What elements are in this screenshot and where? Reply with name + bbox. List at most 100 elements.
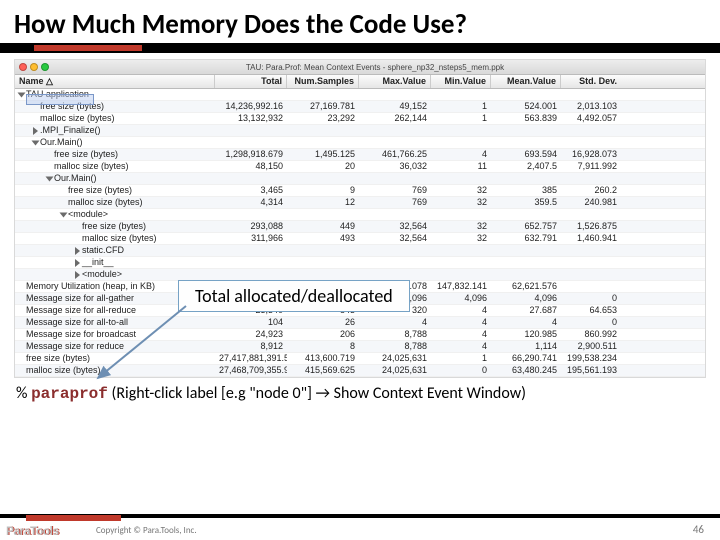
table-row[interactable]: Our.Main() (15, 173, 705, 185)
table-row[interactable]: .MPI_Finalize() (15, 125, 705, 137)
copyright-text: Copyright © Para.Tools, Inc. (96, 525, 197, 536)
row-name-cell[interactable]: Message size for reduce (15, 341, 215, 352)
row-name-cell[interactable]: malloc size (bytes) (15, 113, 215, 124)
row-label: free size (bytes) (54, 149, 118, 160)
row-name-cell[interactable]: Our.Main() (15, 137, 215, 148)
col-stddev[interactable]: Std. Dev. (561, 75, 621, 88)
cell: 240.981 (561, 197, 621, 208)
table-row[interactable]: free size (bytes)1,298,918.6791,495.1254… (15, 149, 705, 161)
cell: 1,495.125 (287, 149, 359, 160)
row-name-cell[interactable]: malloc size (bytes) (15, 233, 215, 244)
cell: 199,538.234 (561, 353, 621, 364)
cell: 1,114 (491, 341, 561, 352)
row-label: static.CFD (82, 245, 124, 256)
row-label: Memory Utilization (heap, in KB) (26, 281, 155, 292)
cell: 206 (287, 329, 359, 340)
cell: 632.791 (491, 233, 561, 244)
table-row[interactable]: free size (bytes)27,417,881,391.51413,60… (15, 353, 705, 365)
row-label: <module> (82, 269, 122, 280)
row-label: Message size for all-reduce (26, 305, 136, 316)
cell: 262,144 (359, 113, 431, 124)
cell: 120.985 (491, 329, 561, 340)
col-maxvalue[interactable]: Max.Value (359, 75, 431, 88)
table-row[interactable]: TAU application (15, 89, 705, 101)
row-name-cell[interactable]: free size (bytes) (15, 149, 215, 160)
cell: 24,923 (215, 329, 287, 340)
table-row[interactable]: free size (bytes)293,08844932,56432652.7… (15, 221, 705, 233)
cell: 1,460.941 (561, 233, 621, 244)
table-row[interactable]: Message size for all-to-all104264440 (15, 317, 705, 329)
cell: 27,468,709,355.914 (215, 365, 287, 376)
table-row[interactable]: malloc size (bytes)13,132,93223,292262,1… (15, 113, 705, 125)
window-titlebar[interactable]: TAU: Para.Prof: Mean Context Events - sp… (15, 60, 705, 75)
row-name-cell[interactable]: <module> (15, 269, 215, 280)
zoom-icon[interactable] (41, 63, 49, 71)
disclosure-triangle-icon[interactable] (75, 271, 80, 279)
cell: 4,492.057 (561, 113, 621, 124)
table-row[interactable]: malloc size (bytes)4,3141276932359.5240.… (15, 197, 705, 209)
cell: 1 (431, 113, 491, 124)
page-number: 46 (693, 523, 704, 536)
row-label: <module> (68, 209, 108, 220)
table-row[interactable]: __init__ (15, 257, 705, 269)
cell: 20 (287, 161, 359, 172)
col-total[interactable]: Total (215, 75, 287, 88)
disclosure-triangle-icon[interactable] (75, 259, 80, 267)
table-row[interactable]: Message size for broadcast24,9232068,788… (15, 329, 705, 341)
disclosure-triangle-icon[interactable] (33, 127, 38, 135)
row-label: malloc size (bytes) (54, 161, 129, 172)
table-row[interactable]: Our.Main() (15, 137, 705, 149)
table-header[interactable]: Name △ Total Num.Samples Max.Value Min.V… (15, 75, 705, 89)
col-name[interactable]: Name △ (15, 75, 215, 88)
close-icon[interactable] (19, 63, 27, 71)
row-label: Message size for all-gather (26, 293, 134, 304)
table-row[interactable]: Message size for reduce8,91288,78841,114… (15, 341, 705, 353)
caption-pct: % (16, 384, 27, 403)
row-name-cell[interactable]: malloc size (bytes) (15, 197, 215, 208)
slide-footer: ParaTools Copyright © Para.Tools, Inc. 4… (0, 514, 720, 540)
row-label: Message size for reduce (26, 341, 124, 352)
table-row[interactable]: free size (bytes)3,465976932385260.2 (15, 185, 705, 197)
table-row[interactable]: malloc size (bytes)27,468,709,355.914415… (15, 365, 705, 377)
col-numsamples[interactable]: Num.Samples (287, 75, 359, 88)
col-meanvalue[interactable]: Mean.Value (491, 75, 561, 88)
caption-command: paraprof (31, 385, 108, 403)
cell: 32,564 (359, 233, 431, 244)
cell: 11 (431, 161, 491, 172)
disclosure-triangle-icon[interactable] (75, 247, 80, 255)
table-row[interactable]: <module> (15, 209, 705, 221)
cell: 16,928.073 (561, 149, 621, 160)
minimize-icon[interactable] (30, 63, 38, 71)
cell: 493 (287, 233, 359, 244)
row-name-cell[interactable]: free size (bytes) (15, 185, 215, 196)
disclosure-triangle-icon[interactable] (60, 212, 68, 217)
row-name-cell[interactable]: Message size for all-to-all (15, 317, 215, 328)
col-minvalue[interactable]: Min.Value (431, 75, 491, 88)
row-label: Our.Main() (54, 173, 97, 184)
row-name-cell[interactable]: malloc size (bytes) (15, 161, 215, 172)
row-name-cell[interactable]: __init__ (15, 257, 215, 268)
disclosure-triangle-icon[interactable] (46, 176, 54, 181)
slide-title: How Much Memory Does the Code Use? (0, 0, 720, 43)
table-row[interactable]: malloc size (bytes)311,96649332,56432632… (15, 233, 705, 245)
row-name-cell[interactable]: free size (bytes) (15, 353, 215, 364)
disclosure-triangle-icon[interactable] (18, 92, 26, 97)
cell: 195,561.193 (561, 365, 621, 376)
disclosure-triangle-icon[interactable] (32, 140, 40, 145)
cell: 413,600.719 (287, 353, 359, 364)
cell: 7,911.992 (561, 161, 621, 172)
row-name-cell[interactable]: Our.Main() (15, 173, 215, 184)
cell: 415,569.625 (287, 365, 359, 376)
row-name-cell[interactable]: Message size for broadcast (15, 329, 215, 340)
row-name-cell[interactable]: .MPI_Finalize() (15, 125, 215, 136)
table-row[interactable]: static.CFD (15, 245, 705, 257)
row-name-cell[interactable]: static.CFD (15, 245, 215, 256)
table-row[interactable]: free size (bytes)14,236,992.1627,169.781… (15, 101, 705, 113)
table-row[interactable]: malloc size (bytes)48,1502036,032112,407… (15, 161, 705, 173)
row-name-cell[interactable]: <module> (15, 209, 215, 220)
row-name-cell[interactable]: malloc size (bytes) (15, 365, 215, 376)
cell: 260.2 (561, 185, 621, 196)
row-name-cell[interactable]: free size (bytes) (15, 221, 215, 232)
cell: 449 (287, 221, 359, 232)
cell: 693.594 (491, 149, 561, 160)
